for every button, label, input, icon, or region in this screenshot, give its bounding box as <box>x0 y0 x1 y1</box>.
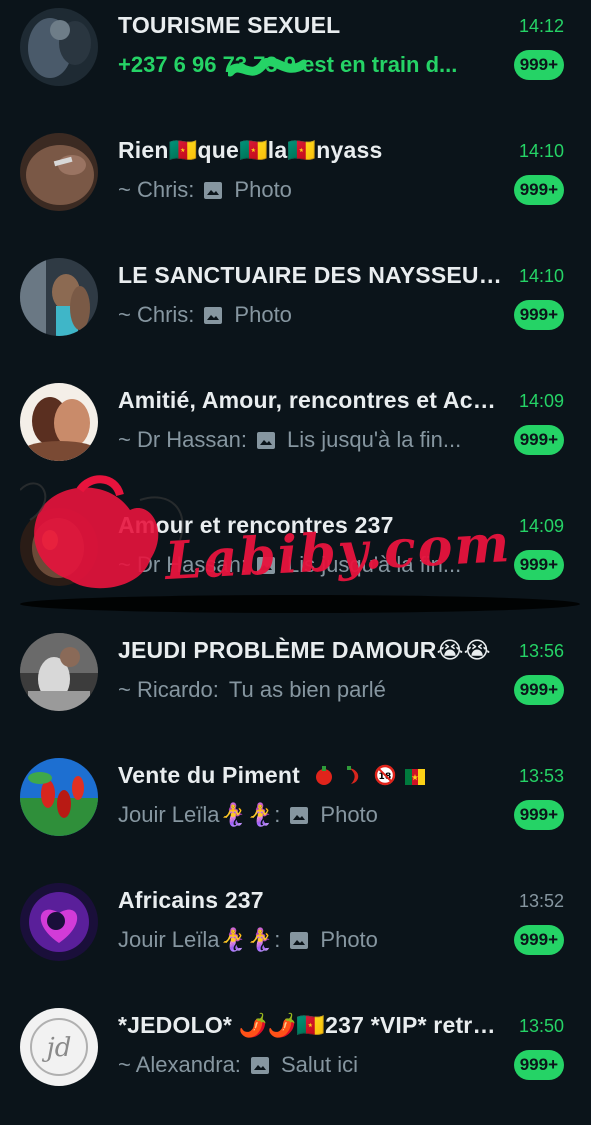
unread-badge: 999+ <box>513 550 564 580</box>
chat-name: TOURISME SEXUEL <box>118 12 341 38</box>
chat-time: 14:10 <box>518 266 564 286</box>
preview-sender: ~ Dr Hassan: <box>118 552 247 577</box>
avatar-image <box>20 258 98 336</box>
preview-text: Tu as bien parlé <box>228 677 386 702</box>
chat-name: Africains 237 <box>118 887 264 913</box>
photo-icon <box>290 806 309 824</box>
preview-sender: Jouir Leïla🧜‍♀️🧜‍♀️: <box>118 927 281 952</box>
avatar-image <box>20 758 98 836</box>
photo-icon <box>257 556 275 574</box>
bell-pepper-icon <box>315 766 332 785</box>
chat-list: TOURISME SEXUEL 14:12 +237 6 96 73 73 9 … <box>0 0 591 1086</box>
chat-row-rien-que-la-nyass[interactable]: Rien🇨🇲que🇨🇲la🇨🇲nyass 14:10 ~ Chris: Phot… <box>0 125 591 250</box>
chat-row-jedolo[interactable]: jd *JEDOLO* 🌶️🌶️🇨🇲237 *VIP* retrouvaille… <box>0 1000 591 1125</box>
avatar[interactable] <box>20 883 98 961</box>
avatar-image <box>20 8 98 86</box>
chat-row-vente-du-piment[interactable]: Vente du Piment 18 13:53 <box>0 750 591 875</box>
chat-name: Vente du Piment 18 <box>118 762 508 789</box>
avatar[interactable] <box>20 133 98 211</box>
preview-sender: ~ Dr Hassan: <box>118 427 247 452</box>
unread-badge: 999+ <box>513 925 564 955</box>
unread-badge: 999+ <box>513 675 564 705</box>
photo-icon <box>204 306 223 324</box>
unread-badge: 999+ <box>513 300 564 330</box>
avatar[interactable] <box>20 258 98 336</box>
avatar[interactable] <box>20 8 98 86</box>
preview-sender: Jouir Leïla🧜‍♀️🧜‍♀️: <box>118 802 281 827</box>
preview-sender: ~ Chris: <box>118 302 195 327</box>
chat-preview: ~ Dr Hassan: Lis jusqu'à la fin... <box>118 552 498 578</box>
chat-name: Rien🇨🇲que🇨🇲la🇨🇲nyass <box>118 137 383 163</box>
avatar-image <box>20 383 98 461</box>
avatar-image <box>20 633 98 711</box>
photo-icon <box>290 931 309 949</box>
chat-name: Amour et rencontres 237 <box>118 512 394 538</box>
photo-icon <box>204 181 223 199</box>
preview-sender: ~ Chris: <box>118 177 195 202</box>
redaction-scribble <box>228 58 306 77</box>
chat-preview: ~ Ricardo: Tu as bien parlé <box>118 677 498 703</box>
chat-row-jeudi-probleme-damour[interactable]: JEUDI PROBLÈME DAMOUR😭😭 13:56 ~ Ricardo:… <box>0 625 591 750</box>
chat-name: JEUDI PROBLÈME DAMOUR😭😭 <box>118 637 491 663</box>
chat-preview: ~ Alexandra: Salut ici <box>118 1052 498 1078</box>
chat-name: LE SANCTUAIRE DES NAYSSEUSES <box>118 262 508 288</box>
chat-time: 14:09 <box>518 516 564 536</box>
unread-badge: 999+ <box>513 175 564 205</box>
preview-text: Lis jusqu'à la fin... <box>287 552 462 577</box>
preview-text: Photo <box>234 302 292 327</box>
preview-text: Photo <box>320 802 378 827</box>
preview-text: Salut ici <box>280 1052 358 1077</box>
chat-preview: ~ Chris: Photo <box>118 177 498 203</box>
preview-sender: ~ Ricardo: <box>118 677 219 702</box>
chat-time: 13:53 <box>518 766 564 786</box>
photo-icon <box>257 431 275 449</box>
chat-row-amitie-amour[interactable]: Amitié, Amour, rencontres et Accompagnem… <box>0 375 591 500</box>
chat-preview: ~ Dr Hassan: Lis jusqu'à la fin... <box>118 427 498 453</box>
avatar-image: jd <box>20 1008 98 1086</box>
chat-row-tourisme-sexuel[interactable]: TOURISME SEXUEL 14:12 +237 6 96 73 73 9 … <box>0 0 591 125</box>
unread-badge: 999+ <box>513 425 564 455</box>
chat-time: 14:09 <box>518 391 564 411</box>
chat-row-amour-et-rencontres-237[interactable]: Amour et rencontres 237 14:09 ~ Dr Hassa… <box>0 500 591 625</box>
photo-icon <box>250 1056 269 1074</box>
preview-text: Lis jusqu'à la fin... <box>287 427 462 452</box>
chat-row-le-sanctuaire[interactable]: LE SANCTUAIRE DES NAYSSEUSES 14:10 ~ Chr… <box>0 250 591 375</box>
chat-name: Amitié, Amour, rencontres et Accompagnem… <box>118 387 508 413</box>
chat-row-africains-237[interactable]: Africains 237 13:52 Jouir Leïla🧜‍♀️🧜‍♀️:… <box>0 875 591 1000</box>
avatar[interactable] <box>20 633 98 711</box>
chat-name: *JEDOLO* 🌶️🌶️🇨🇲237 *VIP* retrouvailles <box>118 1012 508 1038</box>
chat-preview: Jouir Leïla🧜‍♀️🧜‍♀️: Photo <box>118 802 498 828</box>
avatar-image <box>20 508 98 586</box>
preview-sender: ~ Alexandra: <box>118 1052 241 1077</box>
unread-badge: 999+ <box>513 50 564 80</box>
unread-badge: 999+ <box>513 1050 564 1080</box>
chat-time: 14:10 <box>518 141 564 161</box>
chat-preview: +237 6 96 73 73 9 est en train d... <box>118 52 498 78</box>
preview-text: Photo <box>234 177 292 202</box>
chat-preview: Jouir Leïla🧜‍♀️🧜‍♀️: Photo <box>118 927 498 953</box>
avatar[interactable] <box>20 758 98 836</box>
chili-pepper-icon <box>347 766 359 784</box>
cameroon-flag-icon <box>405 769 426 785</box>
avatar[interactable] <box>20 508 98 586</box>
avatar-image <box>20 883 98 961</box>
chat-name-text: Vente du Piment <box>118 762 300 788</box>
chat-time: 13:52 <box>518 891 564 911</box>
chat-preview: ~ Chris: Photo <box>118 302 498 328</box>
preview-text: Photo <box>320 927 378 952</box>
chat-time: 13:50 <box>518 1016 564 1036</box>
svg-text:jd: jd <box>42 1033 72 1063</box>
avatar-image <box>20 133 98 211</box>
avatar[interactable]: jd <box>20 1008 98 1086</box>
no-under-eighteen-icon: 18 <box>374 764 395 786</box>
chat-time: 13:56 <box>518 641 564 661</box>
chat-time: 14:12 <box>518 16 564 36</box>
avatar[interactable] <box>20 383 98 461</box>
unread-badge: 999+ <box>513 800 564 830</box>
